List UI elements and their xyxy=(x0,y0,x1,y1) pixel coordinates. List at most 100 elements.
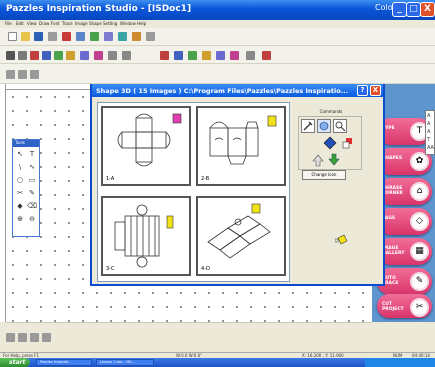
diamond-icon[interactable] xyxy=(323,136,337,150)
task-pazzles[interactable]: Pazzles Inspirati... xyxy=(36,359,92,366)
carton-net-icon xyxy=(207,203,271,259)
tags-button[interactable]: TAGS ◇ xyxy=(377,208,432,235)
rotate-icon[interactable] xyxy=(80,51,89,60)
new-file-icon[interactable] xyxy=(8,32,17,41)
edge-glyph-5[interactable]: AA xyxy=(427,145,434,151)
zoom-in-tool[interactable]: ⊕ xyxy=(15,214,25,224)
node-tool-icon[interactable] xyxy=(18,51,27,60)
menu-image[interactable]: Image xyxy=(75,21,88,26)
gift-box-net-icon xyxy=(117,113,182,167)
cut-icon[interactable] xyxy=(62,32,71,41)
edge-glyph-3[interactable]: A xyxy=(427,129,430,135)
line-tool[interactable]: \ xyxy=(15,162,25,172)
type-button[interactable]: TYPE T xyxy=(377,118,432,145)
menu-view[interactable]: View xyxy=(27,21,37,26)
zoom-out-icon[interactable] xyxy=(122,51,131,60)
image-gallery-button[interactable]: IMAGE GALLERY ▦ xyxy=(377,238,432,265)
shape-circle-icon[interactable] xyxy=(174,51,183,60)
paste-icon[interactable] xyxy=(90,32,99,41)
zoom-actual-icon[interactable] xyxy=(42,333,51,342)
shape-label-1a: 1-A xyxy=(106,176,115,182)
menu-file[interactable]: File xyxy=(5,21,12,26)
wrench-icon[interactable] xyxy=(301,119,315,133)
knife-tool[interactable]: ✂ xyxy=(15,188,25,198)
taskbar: start Pazzles Inspirati... Lesson 1.doc … xyxy=(0,358,435,367)
cut-project-button[interactable]: CUT PROJECT ✂ xyxy=(377,294,432,318)
shape-thumbnail-4d[interactable]: 4-D xyxy=(196,196,286,276)
edge-glyph-2[interactable]: A xyxy=(427,121,430,127)
curve-tool[interactable]: ∿ xyxy=(27,162,37,172)
shape-star-icon[interactable] xyxy=(188,51,197,60)
zoom-out-tool[interactable]: ⊖ xyxy=(27,214,37,224)
break-apart-icon[interactable] xyxy=(246,51,255,60)
align-icon[interactable] xyxy=(30,51,39,60)
auto-trace-button[interactable]: AUTO TRACE ✎ xyxy=(377,268,432,295)
menu-help[interactable]: Help xyxy=(137,21,146,26)
phrase-corner-button[interactable]: PHRASE CORNER ⌂ xyxy=(377,178,432,205)
menu-setting[interactable]: Setting xyxy=(103,21,117,26)
shapes-button[interactable]: SHAPES ✿ xyxy=(377,148,432,175)
zoom-fit-icon[interactable] xyxy=(6,333,15,342)
redo-icon[interactable] xyxy=(146,32,155,41)
shape-thumbnail-3c[interactable]: 3-C xyxy=(101,196,191,276)
shape-line-icon[interactable] xyxy=(230,51,239,60)
edge-glyph-1[interactable]: A xyxy=(427,113,430,119)
shape-heart-icon[interactable] xyxy=(202,51,211,60)
task-word[interactable]: Lesson 1.doc - Mic... xyxy=(96,359,154,366)
search-icon[interactable] xyxy=(333,119,347,133)
down-arrow-icon[interactable] xyxy=(327,153,341,167)
shape-thumbnail-1a[interactable]: 1-A xyxy=(101,106,191,186)
dialog-close-button[interactable]: X xyxy=(370,85,381,96)
striped-box-net-icon xyxy=(114,204,174,268)
shape-thumbnail-2b[interactable]: 2-B xyxy=(196,106,286,186)
line-tool-icon[interactable] xyxy=(6,70,15,79)
edge-glyph-4[interactable]: T xyxy=(427,137,430,143)
mirror-icon[interactable] xyxy=(94,51,103,60)
text-tool[interactable]: T xyxy=(27,149,37,159)
fill-icon[interactable] xyxy=(66,51,75,60)
close-button[interactable]: X xyxy=(420,2,435,17)
menu-draw[interactable]: Draw xyxy=(39,21,49,26)
menu-shape[interactable]: Shape xyxy=(89,21,102,26)
shape-tool[interactable]: ◆ xyxy=(15,201,25,211)
menu-font[interactable]: Font xyxy=(51,21,60,26)
ellipse-tool[interactable]: ○ xyxy=(15,175,25,185)
curve-tool-icon[interactable] xyxy=(18,70,27,79)
dialog-help-button[interactable]: ? xyxy=(357,85,368,96)
select-tool-icon[interactable] xyxy=(6,51,15,60)
print-icon[interactable] xyxy=(48,32,57,41)
delete-icon[interactable] xyxy=(262,51,271,60)
change-icon-button[interactable]: Change Icon xyxy=(302,170,346,180)
globe-icon[interactable] xyxy=(317,119,331,133)
import-icon[interactable] xyxy=(104,32,113,41)
up-arrow-icon[interactable] xyxy=(311,153,325,167)
export-icon[interactable] xyxy=(118,32,127,41)
minimize-button[interactable]: _ xyxy=(392,2,407,17)
color-swatch-icon[interactable] xyxy=(341,136,355,150)
menu-edit[interactable]: Edit xyxy=(16,21,24,26)
weld-icon[interactable] xyxy=(54,51,63,60)
shape-rect-icon[interactable] xyxy=(160,51,169,60)
zoom-in-icon[interactable] xyxy=(108,51,117,60)
menu-window[interactable]: Window xyxy=(120,21,136,26)
commands-label: Commands xyxy=(319,109,343,114)
maximize-button[interactable]: □ xyxy=(406,2,421,17)
pen-tool[interactable]: ✎ xyxy=(27,188,37,198)
rectangle-tool[interactable]: ▭ xyxy=(27,175,37,185)
copy-icon[interactable] xyxy=(76,32,85,41)
eraser-tool[interactable]: ⌫ xyxy=(27,201,37,211)
menu-trace[interactable]: Trace xyxy=(62,21,73,26)
select-tool[interactable]: ↖ xyxy=(15,149,25,159)
save-icon[interactable] xyxy=(34,32,43,41)
zoom-page-icon[interactable] xyxy=(18,333,27,342)
trace-icon: ✎ xyxy=(410,272,429,291)
undo-icon[interactable] xyxy=(132,32,141,41)
arc-tool-icon[interactable] xyxy=(30,70,39,79)
group-icon[interactable] xyxy=(42,51,51,60)
horizontal-scrollbar[interactable] xyxy=(6,322,372,330)
start-button[interactable]: start xyxy=(0,358,30,367)
font-size-strip: A A A T AA xyxy=(425,110,435,155)
zoom-select-icon[interactable] xyxy=(30,333,39,342)
shape-poly-icon[interactable] xyxy=(216,51,225,60)
open-folder-icon[interactable] xyxy=(21,32,30,41)
